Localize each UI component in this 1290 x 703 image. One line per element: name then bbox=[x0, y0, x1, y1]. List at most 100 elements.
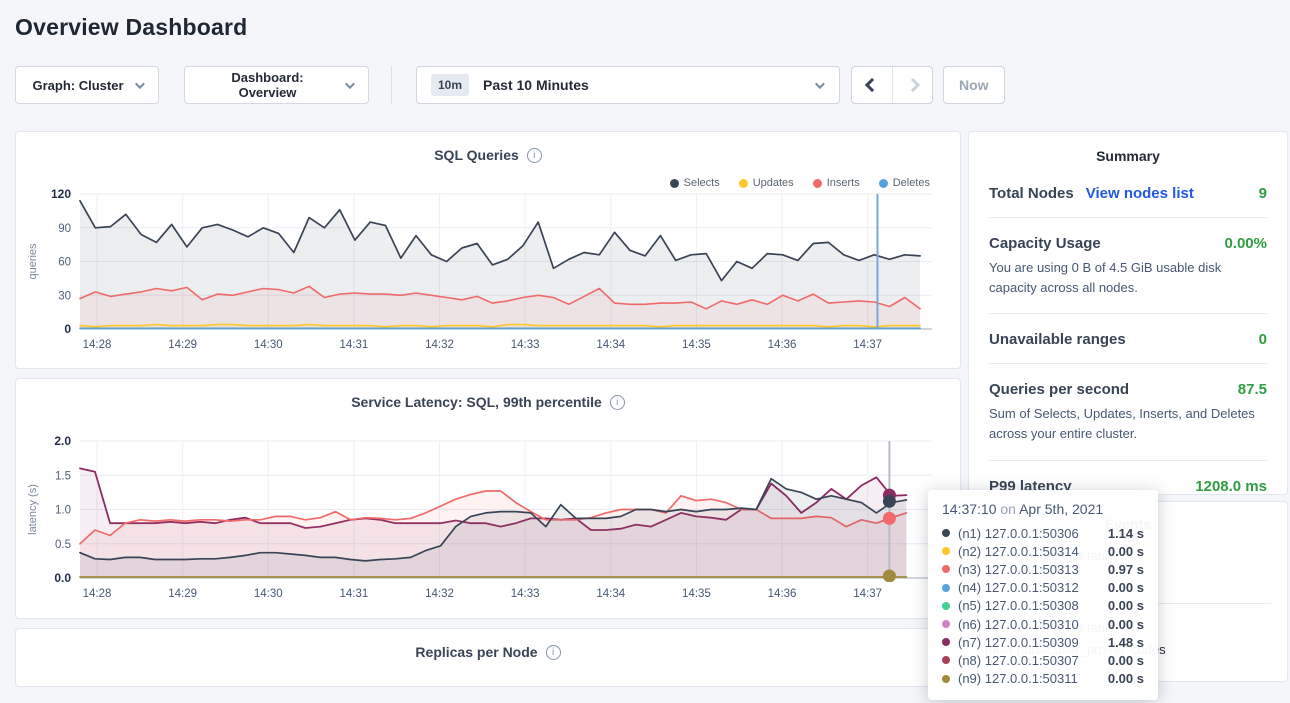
time-prev-button[interactable] bbox=[852, 67, 892, 103]
svg-text:latency (s): latency (s) bbox=[27, 484, 39, 535]
total-nodes-row: Total Nodes View nodes list 9 bbox=[989, 168, 1267, 202]
svg-text:14:35: 14:35 bbox=[682, 339, 711, 351]
node-latency-value: 0.00 s bbox=[1108, 598, 1144, 613]
dashboard-dropdown-label: Dashboard: Overview bbox=[201, 70, 334, 100]
node-color-dot-icon bbox=[942, 565, 950, 573]
capacity-usage-label: Capacity Usage bbox=[989, 235, 1101, 252]
node-latency-value: 1.48 s bbox=[1108, 635, 1144, 650]
chart-hover-tooltip: 14:37:10 on Apr 5th, 2021 (n1) 127.0.0.1… bbox=[928, 490, 1158, 700]
svg-text:14:34: 14:34 bbox=[596, 339, 625, 351]
node-latency-value: 0.00 s bbox=[1108, 580, 1144, 595]
sql-queries-chart-card: SQL Queries i Selects Updates Inserts Delet… bbox=[15, 131, 961, 369]
svg-text:1.5: 1.5 bbox=[55, 470, 71, 482]
time-next-button[interactable] bbox=[892, 67, 932, 103]
tooltip-node-row: (n6) 127.0.0.1:503100.00 s bbox=[942, 615, 1144, 633]
legend-dot-icon bbox=[879, 179, 888, 188]
svg-text:14:34: 14:34 bbox=[596, 588, 625, 600]
chevron-down-icon bbox=[815, 79, 825, 89]
unavailable-ranges-row: Unavailable ranges 0 bbox=[989, 314, 1267, 348]
time-range-dropdown[interactable]: 10m Past 10 Minutes bbox=[416, 66, 840, 104]
node-address: (n3) 127.0.0.1:50313 bbox=[958, 562, 1100, 577]
service-latency-chart-card: Service Latency: SQL, 99th percentile i … bbox=[15, 378, 961, 619]
svg-text:120: 120 bbox=[51, 187, 71, 201]
view-nodes-list-link[interactable]: View nodes list bbox=[1086, 185, 1194, 202]
node-address: (n2) 127.0.0.1:50314 bbox=[958, 544, 1100, 559]
svg-text:14:36: 14:36 bbox=[768, 339, 797, 351]
time-range-badge: 10m bbox=[431, 74, 469, 96]
queries-per-second-description: Sum of Selects, Updates, Inserts, and De… bbox=[989, 404, 1267, 444]
now-button[interactable]: Now bbox=[943, 66, 1005, 104]
unavailable-ranges-label: Unavailable ranges bbox=[989, 331, 1126, 348]
node-address: (n8) 127.0.0.1:50307 bbox=[958, 653, 1100, 668]
summary-panel: Summary Total Nodes View nodes list 9 Ca… bbox=[968, 131, 1288, 495]
info-icon[interactable]: i bbox=[610, 395, 625, 410]
svg-text:14:33: 14:33 bbox=[511, 339, 540, 351]
svg-text:14:32: 14:32 bbox=[425, 588, 454, 600]
tooltip-node-row: (n3) 127.0.0.1:50313 0.97 s bbox=[942, 560, 1144, 578]
node-address: (n4) 127.0.0.1:50312 bbox=[958, 580, 1100, 595]
legend-item[interactable]: Selects bbox=[670, 177, 720, 189]
svg-text:0.0: 0.0 bbox=[54, 571, 71, 585]
chart-title: Replicas per Node bbox=[415, 644, 537, 660]
node-color-dot-icon bbox=[942, 529, 950, 537]
sql-queries-chart[interactable]: 030609012014:2814:2914:3014:3114:3214:33… bbox=[16, 179, 960, 355]
chevron-down-icon bbox=[134, 79, 144, 89]
chart-title-row: SQL Queries i bbox=[16, 132, 960, 163]
tooltip-node-row: (n4) 127.0.0.1:50312 0.00 s bbox=[942, 579, 1144, 597]
unavailable-ranges-value: 0 bbox=[1259, 331, 1267, 348]
chart-legend: Selects Updates Inserts Deletes bbox=[670, 177, 930, 189]
node-latency-value: 0.00 s bbox=[1108, 617, 1144, 632]
svg-text:1.0: 1.0 bbox=[55, 505, 71, 517]
svg-text:14:28: 14:28 bbox=[83, 339, 112, 351]
graph-dropdown[interactable]: Graph: Cluster bbox=[15, 66, 159, 104]
svg-text:14:29: 14:29 bbox=[168, 339, 197, 351]
svg-text:14:30: 14:30 bbox=[254, 588, 283, 600]
svg-text:14:36: 14:36 bbox=[768, 588, 797, 600]
svg-text:0.5: 0.5 bbox=[55, 539, 71, 551]
svg-text:14:28: 14:28 bbox=[83, 588, 112, 600]
queries-per-second-row: Queries per second 87.5 bbox=[989, 364, 1267, 398]
node-latency-value: 0.00 s bbox=[1108, 544, 1144, 559]
chevron-right-icon bbox=[905, 78, 919, 92]
info-icon[interactable]: i bbox=[527, 148, 542, 163]
node-color-dot-icon bbox=[942, 620, 950, 628]
chevron-left-icon bbox=[865, 78, 879, 92]
legend-item[interactable]: Inserts bbox=[813, 177, 860, 189]
node-address: (n7) 127.0.0.1:50309 bbox=[958, 635, 1100, 650]
legend-label: Deletes bbox=[893, 177, 930, 189]
dashboard-dropdown[interactable]: Dashboard: Overview bbox=[184, 66, 369, 104]
capacity-usage-description: You are using 0 B of 4.5 GiB usable disk… bbox=[989, 258, 1267, 298]
capacity-usage-value: 0.00% bbox=[1224, 235, 1267, 252]
svg-text:14:31: 14:31 bbox=[340, 339, 369, 351]
graph-dropdown-label: Graph: Cluster bbox=[32, 78, 123, 93]
node-address: (n9) 127.0.0.1:50311 bbox=[958, 671, 1100, 686]
tooltip-node-row: (n1) 127.0.0.1:503061.14 s bbox=[942, 524, 1144, 542]
total-nodes-label: Total Nodes bbox=[989, 185, 1074, 202]
legend-label: Selects bbox=[684, 177, 720, 189]
p99-latency-value: 1208.0 ms bbox=[1195, 478, 1267, 495]
info-icon[interactable]: i bbox=[546, 645, 561, 660]
node-color-dot-icon bbox=[942, 638, 950, 646]
node-latency-value: 1.14 s bbox=[1108, 526, 1144, 541]
toolbar-divider bbox=[391, 66, 392, 104]
svg-text:queries: queries bbox=[27, 243, 39, 280]
chart-title: Service Latency: SQL, 99th percentile bbox=[351, 394, 602, 410]
chart-title-row: Service Latency: SQL, 99th percentile i bbox=[16, 379, 960, 410]
svg-text:0: 0 bbox=[64, 322, 71, 336]
svg-text:2.0: 2.0 bbox=[54, 434, 71, 448]
tooltip-node-row: (n9) 127.0.0.1:503110.00 s bbox=[942, 670, 1144, 688]
svg-text:14:32: 14:32 bbox=[425, 339, 454, 351]
legend-label: Inserts bbox=[827, 177, 860, 189]
svg-text:60: 60 bbox=[58, 257, 71, 269]
node-latency-value: 0.97 s bbox=[1108, 562, 1144, 577]
legend-item[interactable]: Updates bbox=[739, 177, 794, 189]
tooltip-timestamp: 14:37:10 on Apr 5th, 2021 bbox=[942, 501, 1144, 517]
node-color-dot-icon bbox=[942, 584, 950, 592]
service-latency-chart[interactable]: 0.0 0.5 1.0 1.5 2.0 14:28 14:29 14:30 14:31 14:32… bbox=[16, 426, 960, 604]
svg-text:14:29: 14:29 bbox=[168, 588, 197, 600]
queries-per-second-label: Queries per second bbox=[989, 381, 1129, 398]
capacity-usage-row: Capacity Usage 0.00% bbox=[989, 218, 1267, 252]
legend-item[interactable]: Deletes bbox=[879, 177, 930, 189]
svg-text:14:31: 14:31 bbox=[340, 588, 369, 600]
legend-dot-icon bbox=[670, 179, 679, 188]
